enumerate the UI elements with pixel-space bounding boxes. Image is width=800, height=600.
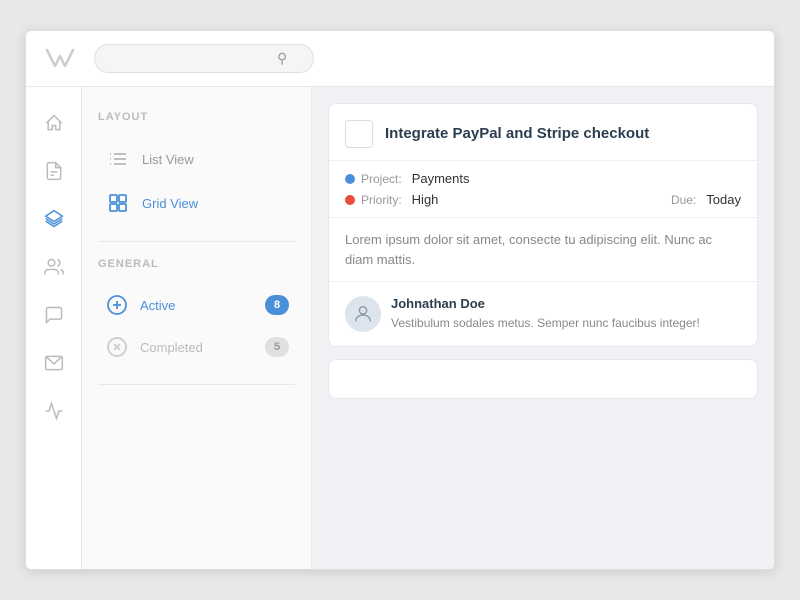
avatar <box>345 296 381 332</box>
filter-active-badge: 8 <box>265 295 289 315</box>
project-key: Project: <box>361 172 402 186</box>
priority-value: High <box>412 192 439 207</box>
due-key: Due: <box>671 193 696 207</box>
filter-completed[interactable]: Completed 5 <box>98 326 295 368</box>
task-meta: Project: Payments Priority: High Due: To… <box>329 161 757 218</box>
sidebar-item-layers[interactable] <box>34 199 74 239</box>
general-section-label: GENERAL <box>98 258 295 270</box>
priority-dot <box>345 195 355 205</box>
main-content: Integrate PayPal and Stripe checkout Pro… <box>312 87 774 569</box>
search-input[interactable] <box>107 51 277 66</box>
divider-1 <box>98 241 295 242</box>
commenter-name: Johnathan Doe <box>391 296 700 311</box>
layout-option-list[interactable]: List View <box>98 137 295 181</box>
bottom-input-card[interactable] <box>328 359 758 399</box>
sidebar-item-analytics[interactable] <box>34 391 74 431</box>
sidebar-item-comments[interactable] <box>34 295 74 335</box>
task-card: Integrate PayPal and Stripe checkout Pro… <box>328 103 758 347</box>
list-view-icon <box>104 145 132 173</box>
grid-view-label: Grid View <box>142 196 198 211</box>
layout-section-label: LAYOUT <box>98 111 295 123</box>
filter-active-label: Active <box>140 298 255 313</box>
sidebar-item-files[interactable] <box>34 151 74 191</box>
task-description: Lorem ipsum dolor sit amet, consecte tu … <box>329 218 757 282</box>
project-meta-row: Project: Payments <box>345 171 741 186</box>
task-card-header: Integrate PayPal and Stripe checkout <box>329 104 757 161</box>
project-value: Payments <box>412 171 470 186</box>
comment-body: Johnathan Doe Vestibulum sodales metus. … <box>391 296 700 332</box>
task-comment: Johnathan Doe Vestibulum sodales metus. … <box>329 282 757 346</box>
filter-completed-badge: 5 <box>265 337 289 357</box>
priority-key: Priority: <box>361 193 402 207</box>
sidebar-icons <box>26 87 82 569</box>
comment-text: Vestibulum sodales metus. Semper nunc fa… <box>391 314 700 332</box>
task-title: Integrate PayPal and Stripe checkout <box>385 124 649 144</box>
divider-2 <box>98 384 295 385</box>
search-bar[interactable]: ⚲ <box>94 44 314 73</box>
filter-active[interactable]: Active 8 <box>98 284 295 326</box>
sidebar-item-home[interactable] <box>34 103 74 143</box>
filter-completed-label: Completed <box>140 340 255 355</box>
project-dot <box>345 174 355 184</box>
grid-view-icon <box>104 189 132 217</box>
search-icon: ⚲ <box>277 50 287 67</box>
sidebar-panel: LAYOUT List View <box>82 87 312 569</box>
list-view-label: List View <box>142 152 194 167</box>
logo <box>42 41 78 77</box>
sidebar-item-users[interactable] <box>34 247 74 287</box>
layout-option-grid[interactable]: Grid View <box>98 181 295 225</box>
add-circle-icon <box>104 292 130 318</box>
close-circle-icon <box>104 334 130 360</box>
body: LAYOUT List View <box>26 87 774 569</box>
header: ⚲ <box>26 31 774 87</box>
sidebar-item-mail[interactable] <box>34 343 74 383</box>
due-value: Today <box>706 192 741 207</box>
task-checkbox[interactable] <box>345 120 373 148</box>
priority-meta-row: Priority: High Due: Today <box>345 192 741 207</box>
